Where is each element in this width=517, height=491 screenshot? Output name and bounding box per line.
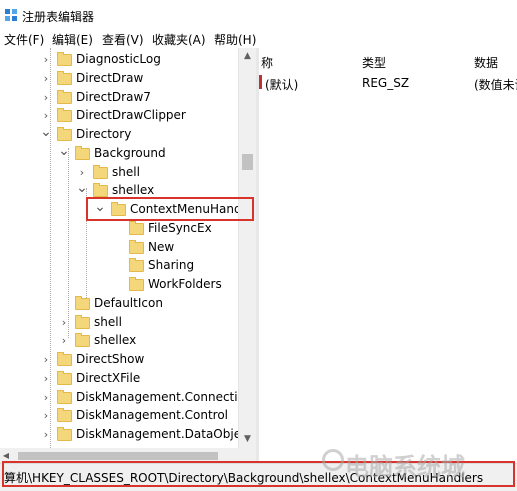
tree-item[interactable]: › DiskManagement.Control (0, 407, 240, 425)
string-value-icon (259, 75, 262, 89)
tree-item-label: Background (94, 145, 166, 160)
folder-icon (93, 164, 108, 179)
tree-item-label: shell (112, 164, 140, 179)
folder-icon (57, 127, 72, 141)
value-data: (数值未设 (474, 78, 517, 92)
value-type: REG_SZ (362, 76, 410, 90)
tree-item-label: DirectXFile (76, 370, 141, 385)
scroll-up-arrow-icon[interactable]: ▲ (239, 48, 256, 65)
tree-item[interactable]: › DiskManagement.DataObject (0, 426, 252, 444)
chevron-right-icon[interactable]: › (40, 389, 52, 407)
folder-icon (57, 108, 72, 123)
chevron-right-icon[interactable]: › (40, 107, 52, 125)
menu-favorites[interactable]: 收藏夹(A) (152, 31, 206, 48)
folder-icon (57, 427, 72, 441)
title-bar: 注册表编辑器 (0, 0, 517, 30)
watermark: 电脑系统城 (345, 453, 465, 481)
folder-icon (129, 239, 144, 254)
column-header-name[interactable]: 称 (261, 54, 273, 71)
folder-icon (75, 295, 90, 310)
value-name[interactable]: (默认) (265, 76, 298, 93)
horizontal-scroll-thumb[interactable] (18, 452, 218, 460)
tree-item-label: Directory (76, 127, 132, 141)
tree-item-label: DiskManagement.Connection (76, 389, 253, 404)
chevron-right-icon[interactable]: › (40, 370, 52, 388)
folder-icon (75, 333, 90, 348)
folder-icon (129, 258, 144, 273)
tree-item-label: shell (94, 314, 122, 329)
values-pane: 称 类型 数据 (默认) REG_SZ (数值未设 (259, 48, 517, 463)
menu-file[interactable]: 文件(F) (4, 31, 44, 48)
tree-item[interactable]: WorkFolders (0, 276, 240, 294)
tree-item-label: DirectDrawClipper (76, 108, 186, 123)
folder-icon (93, 183, 108, 198)
menu-view[interactable]: 查看(V) (102, 31, 144, 48)
tree-item-label: New (148, 239, 175, 254)
tree-item[interactable]: ⌄ Background (0, 144, 240, 163)
tree-item-label: DiagnosticLog (76, 52, 161, 66)
tree-item[interactable]: New (0, 239, 240, 257)
menu-help[interactable]: 帮助(H) (214, 31, 256, 48)
registry-tree: › DiagnosticLog › DirectDraw › DirectDraw7 › Di… (0, 48, 256, 448)
tree-item[interactable]: DefaultIcon (0, 295, 240, 313)
chevron-right-icon[interactable]: › (40, 51, 52, 69)
tree-item[interactable]: › DirectXFile (0, 370, 240, 388)
tree-item-label: WorkFolders (148, 277, 222, 291)
folder-icon (57, 352, 72, 366)
column-header-data[interactable]: 数据 (474, 54, 498, 71)
registry-editor-icon (5, 9, 17, 21)
window-title: 注册表编辑器 (22, 10, 95, 24)
tree-item[interactable]: › DirectDraw (0, 70, 240, 88)
tree-item[interactable]: › DiagnosticLog (0, 51, 240, 69)
tree-item-label: Sharing (148, 258, 195, 273)
tree-item[interactable]: › DirectDraw7 (0, 89, 240, 107)
chevron-right-icon[interactable]: › (40, 426, 52, 444)
folder-icon (57, 52, 72, 66)
tree-item-label: DiskManagement.DataObject (76, 427, 253, 441)
tree-item[interactable]: › DiskManagement.Connection (0, 389, 253, 407)
tree-item-label: DiskManagement.Control (76, 408, 229, 423)
chevron-down-icon[interactable]: ⌄ (58, 144, 70, 163)
folder-icon (57, 389, 72, 404)
tree-item-label: shellex (112, 183, 155, 198)
tree-vertical-scrollbar[interactable]: ▲ ▼ (238, 48, 256, 448)
tree-item[interactable]: Sharing (0, 257, 240, 275)
scroll-down-arrow-icon[interactable]: ▼ (239, 431, 256, 448)
tree-item-label: DirectDraw7 (76, 89, 151, 104)
tree-item-label: DefaultIcon (94, 295, 163, 310)
tree-item-label: FileSyncEx (148, 220, 212, 235)
folder-icon (57, 70, 72, 85)
watermark-logo-icon (322, 449, 344, 471)
folder-icon (75, 314, 90, 329)
tree-item[interactable]: › DirectShow (0, 351, 240, 369)
tree-item-label: DirectShow (76, 352, 145, 366)
highlight-selected-key (86, 197, 254, 221)
column-header-type[interactable]: 类型 (362, 54, 386, 71)
tree-item-label: shellex (94, 333, 137, 348)
chevron-down-icon[interactable]: ⌄ (40, 125, 52, 144)
tree-item[interactable]: ⌄ Directory (0, 125, 240, 144)
tree-item[interactable]: › shellex (0, 332, 240, 350)
folder-icon (57, 89, 72, 104)
chevron-right-icon[interactable]: › (40, 89, 52, 107)
tree-item[interactable]: › shell (0, 314, 240, 332)
chevron-right-icon[interactable]: › (58, 332, 70, 350)
menu-bar: 文件(F) 编辑(E) 查看(V) 收藏夹(A) 帮助(H) (0, 30, 517, 49)
folder-icon (57, 370, 72, 385)
tree-item[interactable]: › shell (0, 164, 240, 182)
tree-item[interactable]: FileSyncEx (0, 220, 240, 238)
folder-icon (129, 277, 144, 291)
folder-icon (129, 220, 144, 235)
chevron-right-icon[interactable]: › (58, 314, 70, 332)
menu-edit[interactable]: 编辑(E) (52, 31, 93, 48)
folder-icon (57, 408, 72, 423)
chevron-right-icon[interactable]: › (40, 351, 52, 369)
scroll-thumb[interactable] (242, 154, 253, 170)
folder-icon (75, 145, 90, 160)
chevron-right-icon[interactable]: › (76, 164, 88, 182)
tree-item[interactable]: › DirectDrawClipper (0, 107, 240, 125)
tree-item-label: DirectDraw (76, 70, 144, 85)
chevron-right-icon[interactable]: › (40, 70, 52, 88)
chevron-right-icon[interactable]: › (40, 407, 52, 425)
